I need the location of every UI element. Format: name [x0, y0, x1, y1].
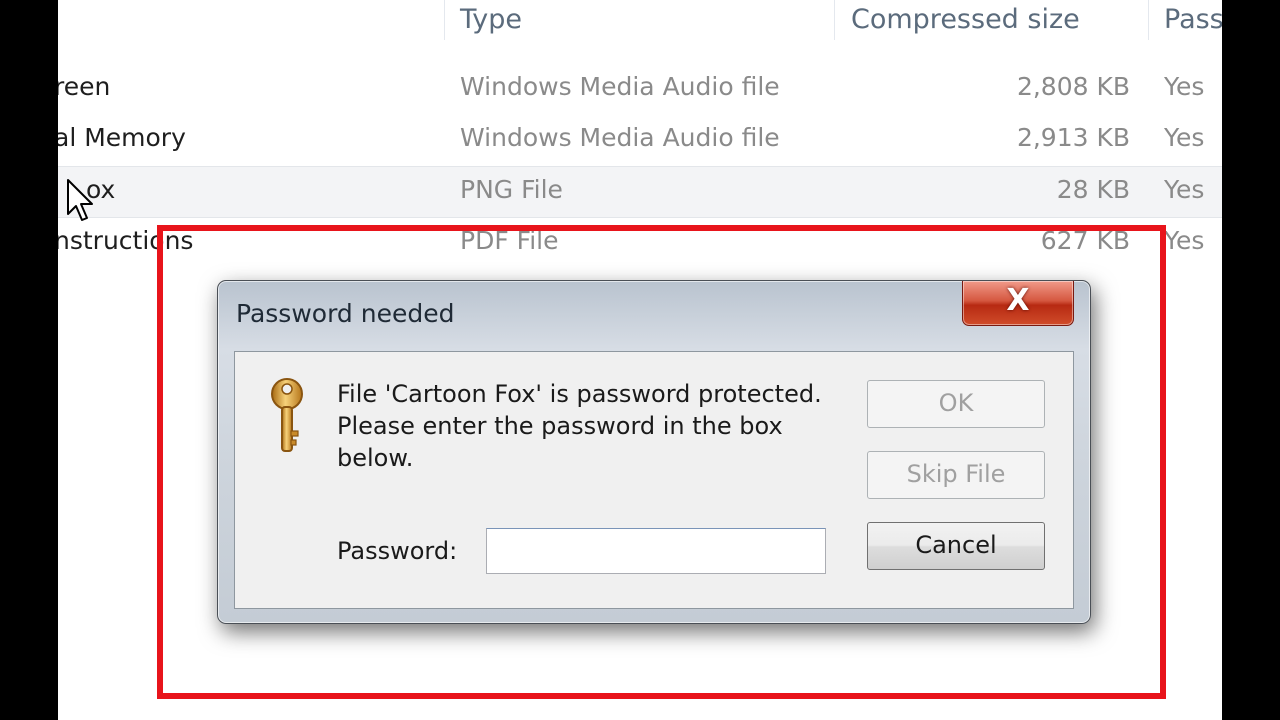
- column-divider[interactable]: [444, 0, 445, 40]
- column-divider[interactable]: [1148, 0, 1149, 40]
- close-icon: X: [1006, 283, 1030, 318]
- dialog-message-line: Please enter the password in the box: [337, 412, 783, 440]
- skip-file-button[interactable]: Skip File: [867, 451, 1045, 499]
- dialog-title: Password needed: [236, 299, 455, 328]
- file-compressed-size: 2,913 KB: [1016, 123, 1130, 152]
- file-compressed-size: 28 KB: [1056, 175, 1130, 204]
- file-name: reen: [58, 72, 111, 101]
- ok-button[interactable]: OK: [867, 380, 1045, 428]
- file-password-flag: Yes: [1164, 123, 1205, 152]
- column-header-type[interactable]: Type: [460, 4, 522, 35]
- file-name: al Memory: [58, 123, 186, 152]
- password-input[interactable]: [486, 528, 826, 574]
- password-label: Password:: [337, 537, 458, 565]
- file-compressed-size: 2,808 KB: [1016, 72, 1130, 101]
- dialog-message-line: File 'Cartoon Fox' is password protected…: [337, 380, 822, 408]
- cancel-button[interactable]: Cancel: [867, 522, 1045, 570]
- column-header-compressed-size[interactable]: Compressed size: [851, 4, 1080, 35]
- file-type: Windows Media Audio file: [460, 123, 780, 152]
- close-button[interactable]: X: [962, 281, 1074, 326]
- table-row[interactable]: ox PNG File 28 KB Yes: [58, 166, 1222, 218]
- file-type: PNG File: [460, 175, 563, 204]
- password-dialog: Password needed X File 'Cartoon Fox' is …: [217, 280, 1091, 624]
- table-row[interactable]: al Memory Windows Media Audio file 2,913…: [58, 115, 1222, 165]
- column-header-password[interactable]: Pass: [1164, 4, 1222, 35]
- file-type: Windows Media Audio file: [460, 72, 780, 101]
- file-password-flag: Yes: [1164, 226, 1205, 255]
- key-icon: [271, 378, 303, 452]
- file-password-flag: Yes: [1164, 72, 1205, 101]
- mouse-cursor-icon: [67, 179, 93, 221]
- table-row[interactable]: reen Windows Media Audio file 2,808 KB Y…: [58, 64, 1222, 114]
- column-divider[interactable]: [834, 0, 835, 40]
- dialog-message-line: below.: [337, 444, 414, 472]
- file-password-flag: Yes: [1164, 175, 1205, 204]
- dialog-body: File 'Cartoon Fox' is password protected…: [234, 351, 1074, 609]
